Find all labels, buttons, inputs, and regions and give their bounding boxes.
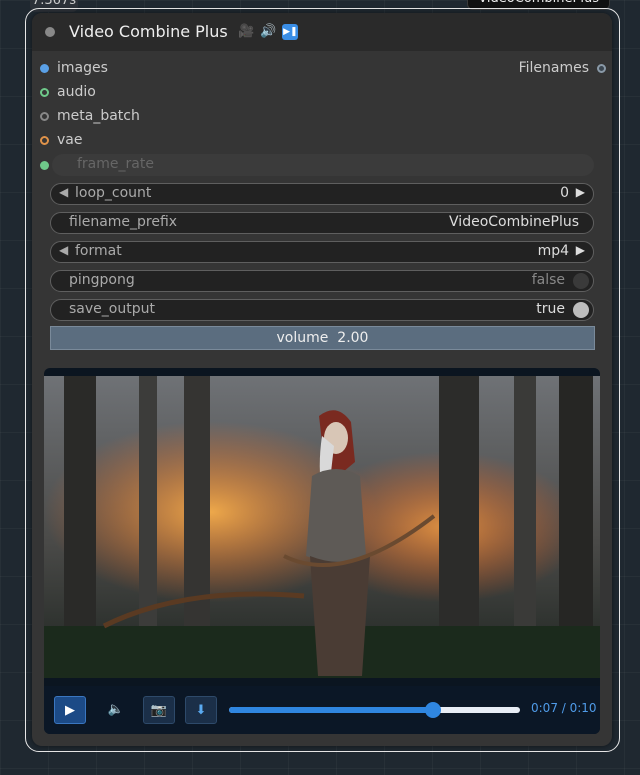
loop-count-widget[interactable]: ◀ loop_count 0 ▶	[50, 183, 594, 205]
input-slot-images[interactable]: images	[40, 58, 108, 78]
widget-label: save_output	[69, 301, 155, 317]
playback-time: 0:07 / 0:10	[531, 701, 597, 715]
widget-value: VideoCombinePlus	[449, 214, 579, 230]
increment-arrow-icon[interactable]: ▶	[576, 185, 585, 199]
slot-label: images	[57, 60, 108, 76]
slot-label: audio	[57, 84, 96, 100]
download-icon[interactable]: ⬇	[185, 696, 217, 724]
slot-dot-icon[interactable]	[40, 135, 49, 145]
slot-dot-icon[interactable]	[40, 87, 49, 97]
decrement-arrow-icon[interactable]: ◀	[59, 185, 68, 199]
seek-progress	[229, 707, 433, 713]
node-title: Video Combine Plus	[69, 22, 228, 41]
volume-slider[interactable]: volume 2.00	[50, 326, 595, 350]
toggle-value: false	[531, 272, 565, 288]
output-slot-filenames[interactable]: Filenames	[519, 60, 606, 76]
slot-label: Filenames	[518, 60, 589, 76]
widget-value: mp4	[537, 243, 569, 259]
widget-label: frame_rate	[77, 156, 154, 172]
format-widget[interactable]: ◀ format mp4 ▶	[50, 241, 594, 263]
video-frame-image	[44, 376, 600, 678]
play-pause-icon: ▶❚	[282, 24, 299, 40]
volume-value: 2.00	[337, 330, 369, 346]
filename-prefix-widget[interactable]: filename_prefix VideoCombinePlus	[50, 212, 594, 234]
video-preview[interactable]: ▶ 🔈 📷 ⬇ 0:07 / 0:10	[44, 368, 600, 734]
increment-arrow-icon[interactable]: ▶	[576, 243, 585, 257]
save-output-toggle[interactable]: save_output true	[50, 299, 594, 321]
slot-dot-icon[interactable]	[40, 111, 49, 121]
volume-label: volume	[276, 330, 329, 346]
slot-dot-icon[interactable]	[40, 63, 49, 73]
node-titlebar[interactable]: Video Combine Plus 🎥 🔊 ▶❚	[32, 13, 612, 51]
speaker-icon: 🔊	[260, 24, 277, 39]
widget-label: pingpong	[69, 272, 135, 288]
widget-label: filename_prefix	[69, 214, 178, 230]
decrement-arrow-icon[interactable]: ◀	[59, 243, 68, 257]
widget-value: 0	[560, 185, 569, 201]
widget-label: format	[75, 243, 122, 259]
seek-handle[interactable]	[424, 702, 441, 718]
slot-dot-icon[interactable]	[40, 160, 49, 170]
slot-label: vae	[57, 132, 83, 148]
toggle-knob[interactable]	[573, 273, 589, 289]
input-slot-vae[interactable]: vae	[40, 130, 82, 150]
toggle-knob[interactable]	[573, 302, 589, 318]
video-combine-node[interactable]: Video Combine Plus 🎥 🔊 ▶❚ images audio m…	[32, 13, 612, 746]
volume-icon[interactable]: 🔈	[100, 696, 132, 724]
video-controls: ▶ 🔈 📷 ⬇ 0:07 / 0:10	[44, 686, 600, 734]
seek-bar[interactable]	[229, 702, 520, 718]
slot-label: meta_batch	[57, 108, 140, 124]
pingpong-toggle[interactable]: pingpong false	[50, 270, 594, 292]
input-slot-meta-batch[interactable]: meta_batch	[40, 106, 140, 126]
input-slot-audio[interactable]: audio	[40, 82, 96, 102]
frame-rate-widget: frame_rate	[52, 154, 594, 176]
slot-dot-icon[interactable]	[597, 63, 606, 73]
collapse-dot-icon[interactable]	[45, 27, 55, 37]
widget-label: loop_count	[75, 185, 152, 201]
film-camera-icon: 🎥	[238, 24, 255, 39]
play-icon[interactable]: ▶	[54, 696, 86, 724]
toggle-value: true	[536, 301, 565, 317]
title-icons: 🎥 🔊 ▶❚	[238, 24, 299, 40]
camera-icon[interactable]: 📷	[143, 696, 175, 724]
